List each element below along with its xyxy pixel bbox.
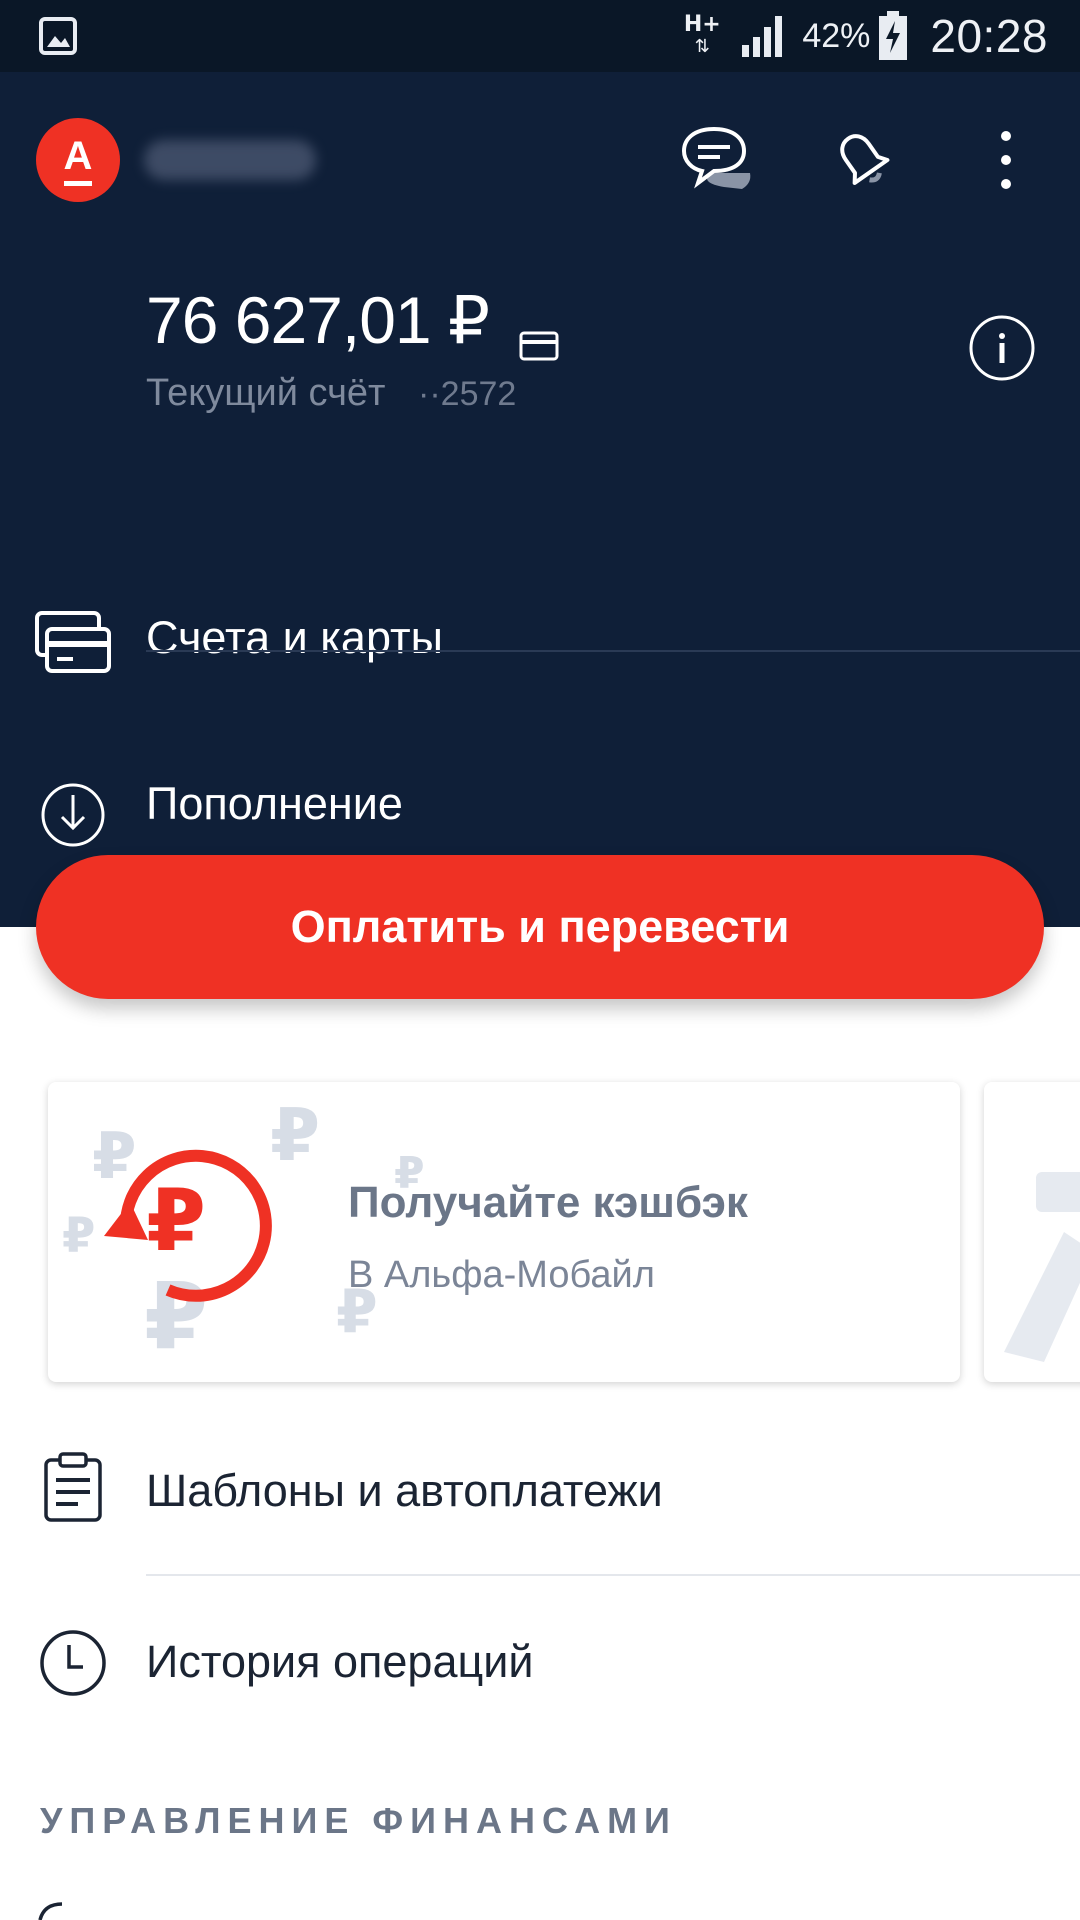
account-number: ··2572: [418, 375, 517, 413]
svg-text:₽: ₽: [92, 1120, 137, 1194]
section-title-finance-management: УПРАВЛЕНИЕ ФИНАНСАМИ: [40, 1800, 677, 1841]
download-circle-icon: [34, 776, 112, 854]
svg-text:₽: ₽: [62, 1208, 95, 1264]
network-type: H+ ⇅: [683, 12, 721, 58]
menu-top-up-label: Пополнение: [146, 778, 403, 829]
pay-button-label: Оплатить и перевести: [290, 901, 790, 952]
menu-accounts-label: Счета и карты: [146, 612, 443, 663]
battery-icon: [878, 11, 908, 61]
cashback-promo-card[interactable]: ₽ ₽ ₽ ₽ ₽ ₽ ₽ Получайте кэшбэк В Альфа-М…: [48, 1082, 960, 1382]
svg-text:₽: ₽: [270, 1093, 320, 1177]
account-name: Текущий счёт: [146, 372, 386, 414]
info-icon[interactable]: [968, 314, 1036, 382]
account-info: Текущий счёт ··2572: [146, 372, 516, 415]
next-promo-card[interactable]: [984, 1082, 1080, 1382]
cashback-ruble-icon: ₽ ₽ ₽ ₽ ₽ ₽ ₽: [48, 1082, 468, 1382]
svg-text:₽: ₽: [144, 1263, 208, 1370]
clock-time: 20:28: [930, 10, 1048, 62]
signal-icon: [740, 13, 788, 59]
status-bar: H+ ⇅ 42% 20:28: [0, 0, 1080, 72]
menu-operations-history[interactable]: История операций: [0, 1576, 1080, 1746]
cards-icon: [34, 604, 112, 682]
menu-history-label: История операций: [146, 1636, 534, 1687]
pay-and-transfer-button[interactable]: Оплатить и перевести: [36, 855, 1044, 999]
more-vertical-icon[interactable]: [966, 120, 1046, 200]
clock-icon: [34, 1624, 112, 1702]
divider: [146, 650, 1080, 652]
chat-icon[interactable]: [678, 120, 758, 200]
account-header: А 76 627,01 ₽ Текущий счёт ··2572 Счета …: [0, 72, 1080, 927]
menu-templates-label: Шаблоны и автоплатежи: [146, 1465, 663, 1516]
menu-templates-autopayments[interactable]: Шаблоны и автоплатежи: [0, 1405, 1080, 1575]
battery-percent: 42%: [802, 16, 871, 55]
bank-logo[interactable]: А: [36, 118, 120, 202]
next-item-icon: [36, 1900, 96, 1920]
bell-icon[interactable]: [823, 120, 903, 200]
account-balance[interactable]: 76 627,01 ₽: [146, 282, 559, 360]
gallery-icon: [38, 16, 78, 56]
menu-accounts-cards[interactable]: Счета и карты: [0, 552, 1080, 722]
clipboard-icon: [34, 1449, 112, 1527]
card-icon: [519, 300, 559, 360]
logo-letter: А: [63, 134, 93, 178]
balance-amount: 76 627,01 ₽: [146, 283, 490, 357]
user-name-blurred: [144, 140, 316, 180]
promo-subtitle: В Альфа-Мобайл: [348, 1254, 655, 1296]
promo-title: Получайте кэшбэк: [348, 1178, 748, 1227]
svg-text:₽: ₽: [146, 1171, 206, 1271]
